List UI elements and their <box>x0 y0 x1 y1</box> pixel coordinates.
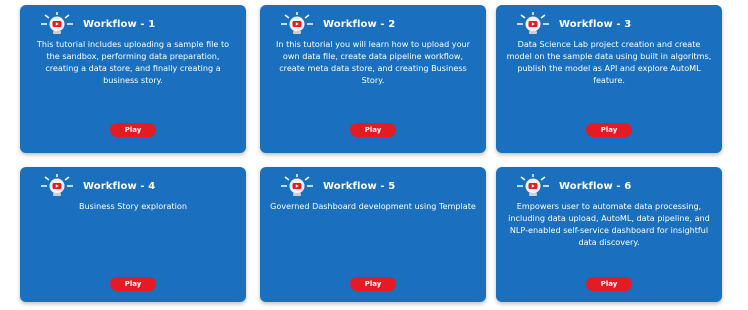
video-bulb-icon <box>515 174 551 198</box>
workflow-card-6: Workflow - 6 Empowers user to automate d… <box>496 167 722 302</box>
workflow-card-4: Workflow - 4 Business Story exploration … <box>20 167 246 302</box>
play-button[interactable]: Play <box>350 277 396 291</box>
card-description: In this tutorial you will learn how to u… <box>276 39 470 85</box>
card-title: Workflow - 5 <box>323 180 396 192</box>
card-title: Workflow - 4 <box>83 180 156 192</box>
play-button[interactable]: Play <box>586 277 632 291</box>
workflow-card-1: Workflow - 1 This tutorial includes uplo… <box>20 5 246 153</box>
workflow-card-3: Workflow - 3 Data Science Lab project cr… <box>496 5 722 153</box>
workflow-grid: Workflow - 1 This tutorial includes uplo… <box>0 0 748 310</box>
video-bulb-icon <box>39 174 75 198</box>
card-header: Workflow - 6 <box>515 174 714 198</box>
video-bulb-icon <box>279 12 315 36</box>
card-title: Workflow - 2 <box>323 18 396 30</box>
card-description: Data Science Lab project creation and cr… <box>506 39 712 85</box>
card-description: Governed Dashboard development using Tem… <box>270 201 476 211</box>
card-title: Workflow - 1 <box>83 18 156 30</box>
video-bulb-icon <box>515 12 551 36</box>
video-bulb-icon <box>39 12 75 36</box>
card-description: Business Story exploration <box>79 201 187 211</box>
play-button[interactable]: Play <box>110 277 156 291</box>
card-description: This tutorial includes uploading a sampl… <box>36 39 230 85</box>
play-button[interactable]: Play <box>586 123 632 137</box>
card-header: Workflow - 4 <box>39 174 238 198</box>
play-button[interactable]: Play <box>350 123 396 137</box>
workflow-card-5: Workflow - 5 Governed Dashboard developm… <box>260 167 486 302</box>
play-button[interactable]: Play <box>110 123 156 137</box>
card-title: Workflow - 3 <box>559 18 632 30</box>
card-description: Empowers user to automate data processin… <box>508 201 710 247</box>
card-header: Workflow - 2 <box>279 12 478 36</box>
card-header: Workflow - 3 <box>515 12 714 36</box>
video-bulb-icon <box>279 174 315 198</box>
card-header: Workflow - 5 <box>279 174 478 198</box>
card-header: Workflow - 1 <box>39 12 238 36</box>
card-title: Workflow - 6 <box>559 180 632 192</box>
workflow-card-2: Workflow - 2 In this tutorial you will l… <box>260 5 486 153</box>
